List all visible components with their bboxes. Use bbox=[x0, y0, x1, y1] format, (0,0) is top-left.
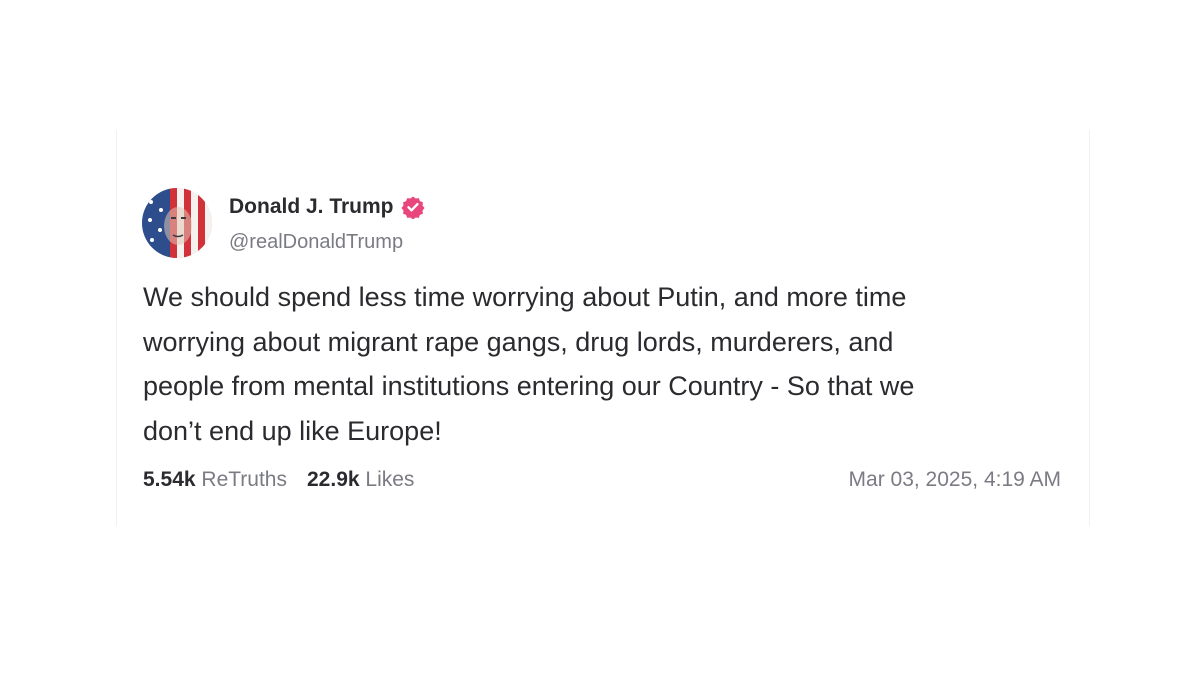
likes-label: Likes bbox=[365, 468, 415, 491]
likes-stat[interactable]: 22.9k Likes bbox=[307, 468, 414, 492]
avatar-image bbox=[142, 188, 212, 258]
avatar[interactable] bbox=[142, 188, 212, 258]
verified-badge-icon bbox=[401, 195, 425, 220]
author-name[interactable]: Donald J. Trump bbox=[229, 195, 425, 220]
likes-count: 22.9k bbox=[307, 468, 360, 491]
post-timestamp[interactable]: Mar 03, 2025, 4:19 AM bbox=[849, 468, 1061, 492]
retruths-count: 5.54k bbox=[143, 468, 196, 491]
post-text: We should spend less time worrying about… bbox=[143, 282, 915, 446]
author-name-text: Donald J. Trump bbox=[229, 195, 394, 218]
retruths-label: ReTruths bbox=[201, 468, 287, 491]
post-card: Donald J. Trump @realDonaldTrump We shou… bbox=[116, 130, 1090, 526]
retruths-stat[interactable]: 5.54k ReTruths bbox=[143, 468, 287, 492]
post-stats: 5.54k ReTruths 22.9k Likes bbox=[143, 468, 414, 492]
author-handle[interactable]: @realDonaldTrump bbox=[229, 231, 403, 254]
